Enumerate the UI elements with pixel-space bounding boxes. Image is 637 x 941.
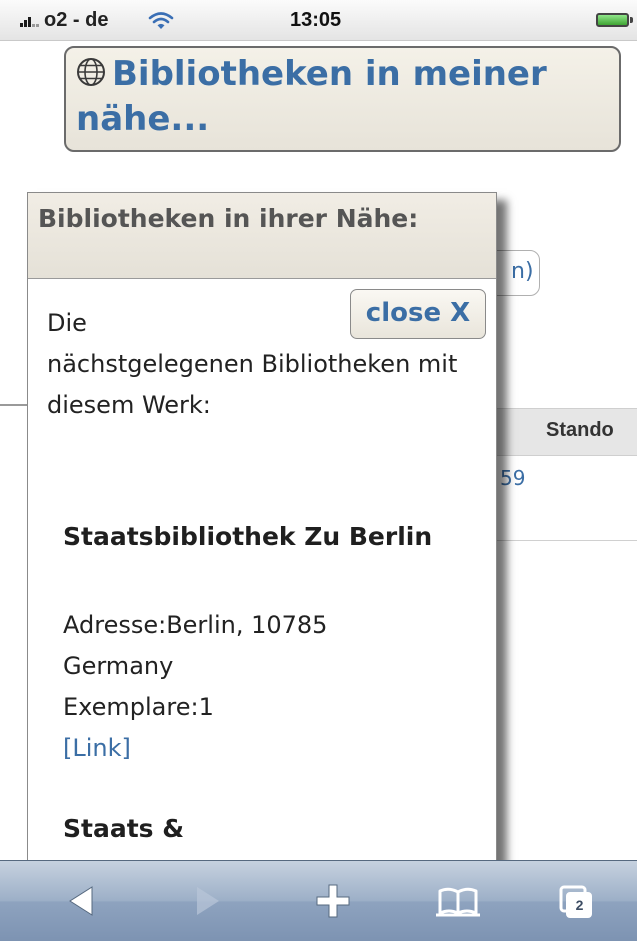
divider	[0, 404, 30, 406]
table-header-standort: Stando	[546, 419, 614, 441]
tab-count-badge: 2	[575, 897, 584, 913]
popup-title: Bibliotheken in ihrer Nähe:	[28, 193, 496, 279]
tabs-button[interactable]: 2	[547, 861, 607, 941]
status-bar: o2 - de 13:05	[0, 0, 637, 41]
library-name: Staatsbibliothek Zu Berlin	[63, 522, 433, 551]
library-name: Staats &	[63, 814, 185, 843]
library-country: Germany	[63, 652, 174, 680]
library-link[interactable]: [Link]	[63, 728, 131, 769]
safari-toolbar: 2	[0, 860, 637, 941]
wifi-icon	[148, 12, 174, 29]
library-copies: Exemplare:1	[63, 693, 214, 721]
nearby-libraries-popup: Bibliotheken in ihrer Nähe: close X Die …	[27, 192, 497, 862]
intro-line-rest: nächstgelegenen Bibliotheken mit diesem …	[47, 350, 458, 419]
background-table-header: Stando	[490, 408, 637, 456]
popup-intro-text: Die nächstgelegenen Bibliotheken mit die…	[47, 303, 487, 426]
background-pill-text: n)	[511, 259, 534, 284]
nearby-button-label: Bibliotheken in meiner nähe...	[76, 54, 547, 139]
nearby-libraries-button[interactable]: Bibliotheken in meiner nähe...	[64, 46, 621, 152]
forward-icon[interactable]	[177, 861, 237, 941]
carrier-label: o2 - de	[20, 9, 108, 32]
signal-strength-icon	[20, 11, 42, 27]
clock: 13:05	[290, 9, 342, 31]
intro-line-1: Die	[47, 309, 87, 337]
carrier-name: o2 - de	[44, 9, 109, 31]
globe-icon	[77, 58, 105, 86]
library-address: Adresse:Berlin, 10785	[63, 611, 328, 639]
divider	[490, 540, 637, 541]
battery-icon	[596, 13, 633, 27]
back-icon[interactable]	[52, 861, 112, 941]
background-table-cell: 59	[500, 466, 526, 490]
bookmarks-icon[interactable]	[428, 861, 488, 941]
library-name-cutoff	[63, 835, 72, 861]
add-icon[interactable]	[303, 861, 363, 941]
